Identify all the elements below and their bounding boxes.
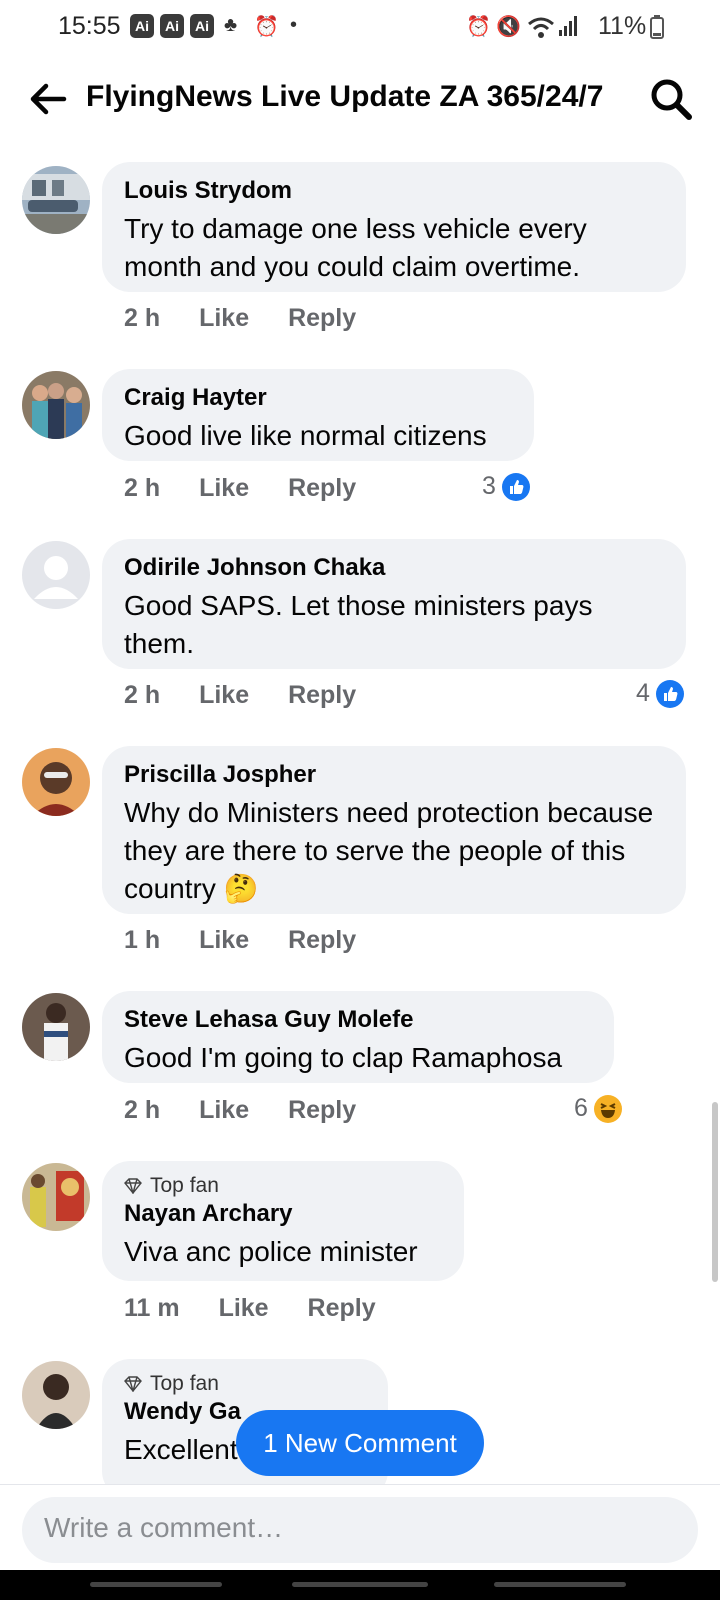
comment-text: Why do Ministers need protection because…: [124, 797, 654, 904]
comment-bubble: Odirile Johnson Chaka Good SAPS. Let tho…: [102, 539, 686, 669]
comment-composer[interactable]: [22, 1497, 698, 1563]
battery-icon: [650, 15, 664, 39]
mute-icon: 🔇: [496, 16, 521, 38]
avatar[interactable]: [22, 371, 90, 439]
comment-text: Good live like normal citizens: [124, 420, 487, 451]
comment-time: 2 h: [124, 1096, 161, 1124]
badge-label: Top fan: [150, 1174, 219, 1197]
comment-time: 1 h: [124, 926, 161, 954]
avatar[interactable]: [22, 748, 90, 816]
status-time: 15:55: [58, 12, 121, 40]
comment-bubble: Priscilla Jospher Why do Ministers need …: [102, 746, 686, 914]
comment-bubble: Craig Hayter Good live like normal citiz…: [102, 369, 534, 461]
comment-text: Good I'm going to clap Ramaphosa: [124, 1042, 563, 1073]
back-arrow-icon[interactable]: [26, 76, 72, 122]
ai-badge-icon: Ai: [130, 14, 154, 38]
diamond-icon: [124, 1178, 142, 1194]
comment-bubble: Steve Lehasa Guy Molefe Good I'm going t…: [102, 991, 614, 1083]
comment-text: Try to damage one less vehicle every mon…: [124, 213, 587, 282]
comment-author[interactable]: Odirile Johnson Chaka: [124, 553, 664, 583]
status-bar: 15:55 Ai Ai Ai ♣ ⏰ • ⏰ 🔇 11%: [0, 0, 720, 56]
app-notification-icon: ♣: [224, 14, 238, 36]
battery-percent: 11%: [598, 12, 647, 40]
alarm-icon: ⏰: [254, 16, 279, 38]
page-title: FlyingNews Live Update ZA 365/24/7: [86, 80, 604, 113]
system-navigation-bar: [0, 1570, 720, 1600]
reply-button[interactable]: Reply: [288, 1096, 356, 1124]
comment-time: 11 m: [124, 1294, 180, 1322]
avatar[interactable]: [22, 166, 90, 234]
reply-button[interactable]: Reply: [288, 474, 356, 502]
app-header: FlyingNews Live Update ZA 365/24/7: [0, 56, 720, 142]
comment-text: Good SAPS. Let those ministers pays them…: [124, 590, 593, 659]
search-icon[interactable]: [648, 76, 694, 122]
nav-recent-handle[interactable]: [90, 1582, 222, 1587]
nav-home-handle[interactable]: [292, 1582, 428, 1587]
comment-author[interactable]: Craig Hayter: [124, 383, 512, 413]
comment-time: 2 h: [124, 681, 161, 709]
reply-button[interactable]: Reply: [288, 304, 356, 332]
comment-actions: 1 h Like Reply: [124, 926, 388, 955]
diamond-icon: [124, 1376, 142, 1392]
comment-author[interactable]: Louis Strydom: [124, 176, 664, 206]
ai-badge-icon: Ai: [160, 14, 184, 38]
top-fan-badge: Top fan: [124, 1371, 366, 1397]
like-button[interactable]: Like: [199, 474, 249, 502]
new-comment-button[interactable]: 1 New Comment: [236, 1410, 484, 1476]
reaction-count: 3: [482, 472, 496, 500]
comment-actions: 2 h Like Reply: [124, 1096, 388, 1125]
like-button[interactable]: Like: [199, 1096, 249, 1124]
comment-actions: 11 m Like Reply: [124, 1294, 408, 1323]
avatar[interactable]: [22, 1361, 90, 1429]
comment-bubble: Top fan Nayan Archary Viva anc police mi…: [102, 1161, 464, 1281]
comment-composer-bar: [0, 1484, 720, 1571]
reaction-count: 6: [574, 1094, 588, 1122]
like-button[interactable]: Like: [199, 926, 249, 954]
like-button[interactable]: Like: [199, 681, 249, 709]
comment-actions: 2 h Like Reply: [124, 474, 388, 503]
comment-time: 2 h: [124, 474, 161, 502]
reply-button[interactable]: Reply: [308, 1294, 376, 1322]
avatar[interactable]: [22, 993, 90, 1061]
ai-badge-icon: Ai: [190, 14, 214, 38]
alarm-icon: ⏰: [466, 16, 491, 38]
reaction-count: 4: [636, 679, 650, 707]
comment-author[interactable]: Priscilla Jospher: [124, 760, 664, 790]
nav-back-handle[interactable]: [494, 1582, 626, 1587]
scrollbar[interactable]: [712, 1102, 718, 1282]
reaction-summary[interactable]: 6: [574, 1094, 622, 1123]
thumbs-up-icon: [501, 472, 530, 501]
avatar[interactable]: [22, 1163, 90, 1231]
haha-icon: [593, 1094, 622, 1123]
avatar[interactable]: [22, 541, 90, 609]
reply-button[interactable]: Reply: [288, 926, 356, 954]
comment-time: 2 h: [124, 304, 161, 332]
comment-text: Viva anc police minister: [124, 1236, 418, 1267]
comment-input[interactable]: [42, 1511, 666, 1545]
comment-author[interactable]: Steve Lehasa Guy Molefe: [124, 1005, 592, 1035]
reaction-summary[interactable]: 3: [482, 472, 530, 501]
top-fan-badge: Top fan: [124, 1173, 442, 1199]
comment-actions: 2 h Like Reply: [124, 304, 388, 333]
like-button[interactable]: Like: [199, 304, 249, 332]
like-button[interactable]: Like: [219, 1294, 269, 1322]
comment-bubble: Louis Strydom Try to damage one less veh…: [102, 162, 686, 292]
comment-author[interactable]: Nayan Archary: [124, 1199, 442, 1229]
reply-button[interactable]: Reply: [288, 681, 356, 709]
comment-actions: 2 h Like Reply: [124, 681, 388, 710]
thumbs-up-icon: [655, 679, 684, 708]
signal-icon: [559, 16, 577, 36]
badge-label: Top fan: [150, 1372, 219, 1395]
wifi-icon: [528, 17, 554, 38]
dot-icon: •: [290, 14, 298, 36]
reaction-summary[interactable]: 4: [636, 679, 684, 708]
